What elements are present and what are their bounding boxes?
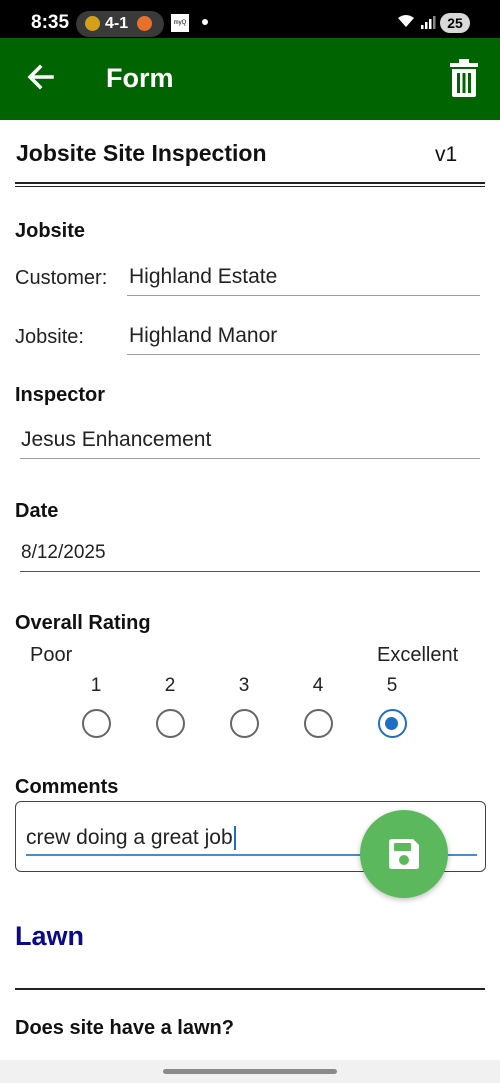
- rating-radio-5[interactable]: [377, 709, 407, 738]
- date-heading: Date: [15, 500, 59, 522]
- jobsite-heading: Jobsite: [15, 220, 86, 242]
- team-logo-icon: [85, 16, 100, 31]
- rating-option-label: 2: [164, 675, 176, 696]
- inspector-field-underline: [20, 458, 480, 459]
- date-field[interactable]: 8/12/2025: [21, 542, 106, 564]
- home-gesture-handle[interactable]: [163, 1069, 337, 1074]
- rating-option-label: 4: [312, 675, 324, 696]
- jobsite-label: Jobsite:: [15, 326, 84, 348]
- app-bar: Form: [0, 38, 500, 120]
- rating-option-label: 3: [238, 675, 250, 696]
- date-field-underline: [20, 571, 480, 572]
- customer-label: Customer:: [15, 267, 108, 289]
- rating-radio-4[interactable]: [303, 709, 333, 738]
- form-title: Jobsite Site Inspection: [16, 140, 267, 166]
- status-bar: 8:35 4-1 myQ 25: [0, 0, 500, 38]
- team-logo-icon: [137, 16, 152, 31]
- notification-dot-icon: [202, 19, 208, 25]
- signal-icon: [421, 16, 436, 29]
- divider: [15, 182, 485, 187]
- customer-field[interactable]: Highland Estate: [129, 265, 277, 288]
- myq-app-icon: myQ: [171, 14, 189, 32]
- trash-icon: [450, 59, 478, 97]
- save-button[interactable]: [360, 810, 448, 898]
- rating-option-label: 1: [90, 675, 102, 696]
- divider: [15, 988, 485, 990]
- battery-icon: 25: [440, 13, 470, 33]
- inspector-heading: Inspector: [15, 384, 106, 406]
- arrow-left-icon: [27, 64, 54, 90]
- rating-low-label: Poor: [30, 644, 73, 666]
- page-title: Form: [106, 63, 174, 93]
- rating-radio-1[interactable]: [81, 709, 111, 738]
- comments-value: crew doing a great job: [26, 826, 233, 849]
- lawn-question: Does site have a lawn?: [15, 1017, 234, 1039]
- score-text: 4-1: [105, 15, 129, 32]
- delete-button[interactable]: [446, 58, 482, 98]
- floppy-disk-icon: [389, 839, 419, 869]
- score-notification: 4-1: [76, 11, 164, 37]
- rating-option-label: 5: [386, 675, 398, 696]
- lawn-heading: Lawn: [15, 921, 85, 951]
- comments-input[interactable]: crew doing a great job: [26, 826, 236, 851]
- text-caret: [233, 826, 236, 851]
- rating-heading: Overall Rating: [15, 612, 151, 634]
- status-time: 8:35: [31, 12, 70, 33]
- inspector-field[interactable]: Jesus Enhancement: [21, 428, 211, 451]
- jobsite-field-underline: [127, 354, 480, 355]
- form-version: v1: [435, 143, 458, 166]
- wifi-icon: [398, 15, 414, 27]
- rating-high-label: Excellent: [377, 644, 459, 666]
- customer-field-underline: [127, 295, 480, 296]
- jobsite-field[interactable]: Highland Manor: [129, 324, 277, 347]
- rating-radio-2[interactable]: [155, 709, 185, 738]
- rating-radio-3[interactable]: [229, 709, 259, 738]
- comments-heading: Comments: [15, 776, 119, 798]
- navigation-bar: [0, 1060, 500, 1083]
- back-button[interactable]: [24, 60, 58, 94]
